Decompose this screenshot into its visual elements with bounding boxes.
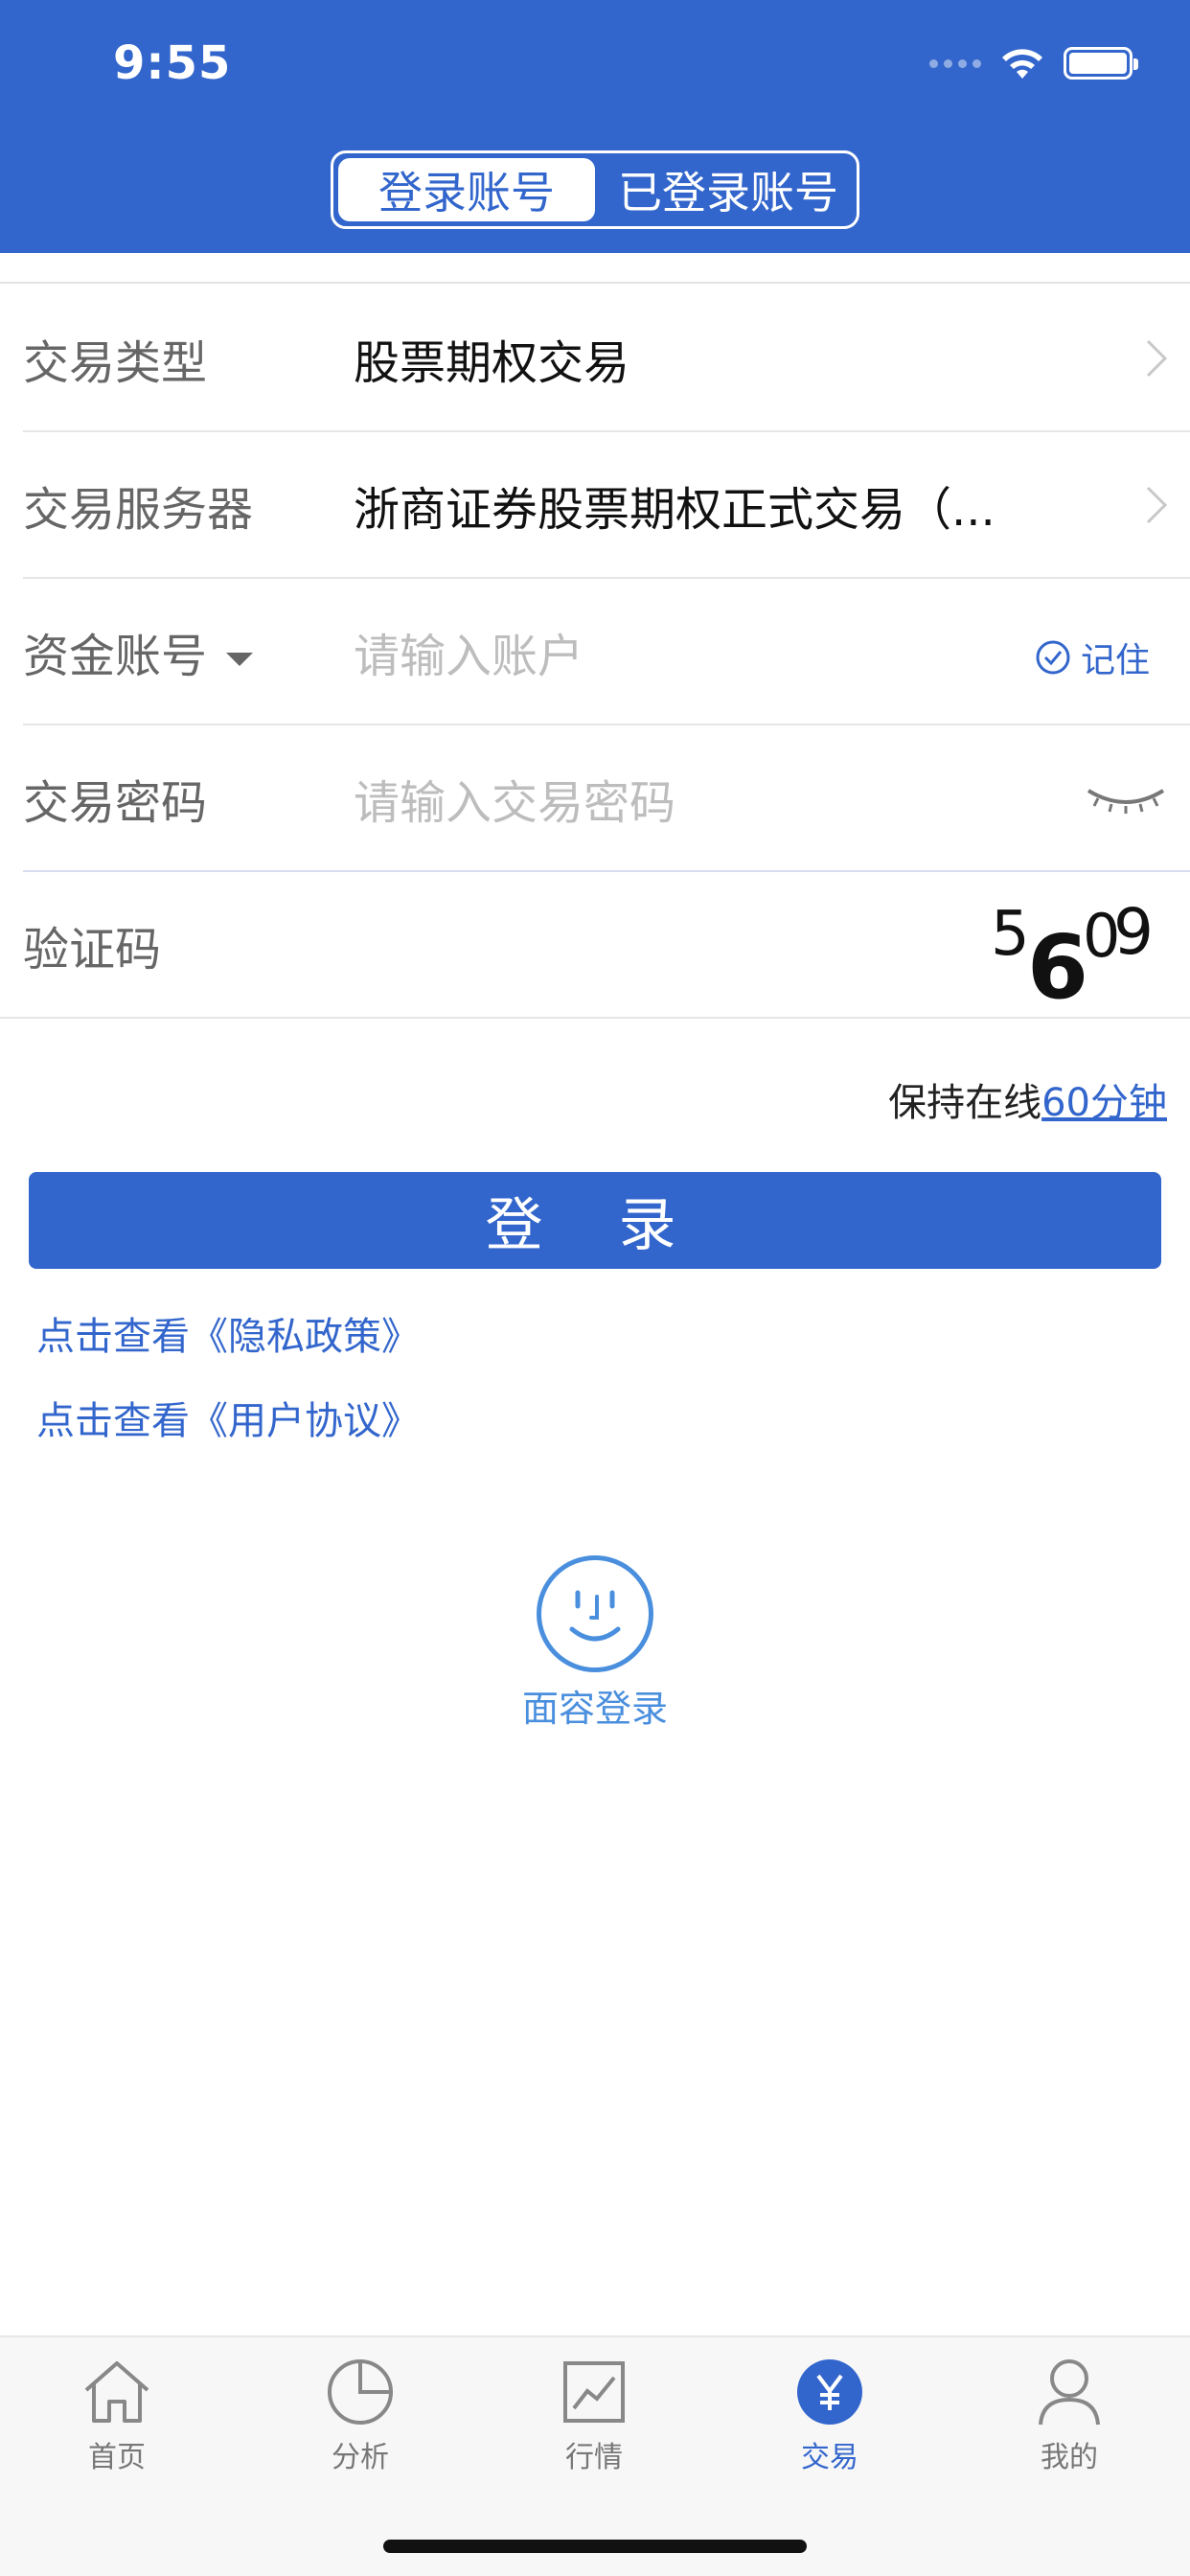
smile-icon — [569, 1590, 621, 1642]
divider — [0, 253, 1190, 284]
wifi-icon — [1002, 49, 1042, 79]
login-button[interactable]: 登 录 — [29, 1172, 1161, 1269]
captcha-digit: 9 — [1113, 895, 1154, 969]
account-segmented-control: 登录账号 已登录账号 — [331, 150, 859, 229]
password-label: 交易密码 — [23, 775, 208, 830]
privacy-policy-link[interactable]: 点击查看《隐私政策》 — [36, 1305, 420, 1361]
person-icon — [1039, 2359, 1100, 2426]
tab-home[interactable]: 首页 — [40, 2353, 194, 2475]
keep-online-text: 保持在线 — [888, 1081, 1042, 1125]
tab-mine-label: 我的 — [1041, 2441, 1098, 2474]
keep-online-duration-link[interactable]: 60分钟 — [1041, 1081, 1167, 1125]
pie-chart-icon — [328, 2359, 393, 2425]
keep-online: 保持在线60分钟 — [888, 1071, 1167, 1127]
tab-mine[interactable]: 我的 — [993, 2353, 1146, 2475]
line-chart-icon — [563, 2361, 625, 2423]
account-row: 资金账号 请输入账户 记住 — [23, 579, 1190, 725]
face-login-label[interactable]: 面容登录 — [479, 1679, 711, 1732]
account-label[interactable]: 资金账号 — [23, 618, 354, 685]
tab-logged-in-accounts[interactable]: 已登录账号 — [600, 153, 857, 226]
tab-home-label: 首页 — [88, 2441, 146, 2474]
home-icon — [84, 2361, 149, 2423]
face-id-icon[interactable] — [537, 1555, 653, 1672]
user-agreement-link[interactable]: 点击查看《用户协议》 — [36, 1390, 420, 1445]
server-row[interactable]: 交易服务器 浙商证券股票期权正式交易（... — [23, 432, 1190, 579]
trade-type-value: 股票期权交易 — [354, 335, 630, 390]
captcha-row: 验证码 5 6 0 9 — [0, 872, 1190, 1019]
tab-analysis[interactable]: 分析 — [284, 2353, 437, 2475]
header: 9:55 登录账号 已登录账号 — [0, 0, 1190, 253]
chevron-right-icon — [1142, 335, 1171, 381]
dropdown-caret-icon[interactable] — [226, 652, 254, 666]
home-indicator — [383, 2540, 807, 2553]
check-circle-icon — [1036, 640, 1070, 675]
captcha-label: 验证码 — [23, 922, 162, 977]
status-icons — [929, 46, 1138, 80]
trade-type-label: 交易类型 — [23, 335, 208, 390]
server-value: 浙商证券股票期权正式交易（... — [354, 482, 995, 537]
account-label-text: 资金账号 — [23, 629, 208, 683]
captcha-digit: 6 — [1027, 916, 1089, 1019]
yen-icon — [797, 2359, 862, 2425]
captcha-image[interactable]: 5 6 0 9 — [991, 893, 1154, 1019]
remember-label: 记住 — [1080, 641, 1150, 680]
tab-trade-label: 交易 — [801, 2441, 858, 2474]
server-label: 交易服务器 — [23, 482, 254, 537]
remember-toggle[interactable]: 记住 — [1035, 632, 1150, 682]
tab-analysis-label: 分析 — [332, 2441, 389, 2474]
battery-icon — [1064, 47, 1138, 80]
tab-market-label: 行情 — [565, 2441, 623, 2474]
password-input[interactable]: 请输入交易密码 — [354, 765, 1190, 832]
password-row: 交易密码 请输入交易密码 — [23, 725, 1190, 872]
tab-market[interactable]: 行情 — [517, 2353, 671, 2475]
status-time: 9:55 — [113, 36, 232, 90]
tab-login-account[interactable]: 登录账号 — [338, 158, 595, 221]
captcha-digit: 5 — [991, 899, 1030, 970]
bottom-tab-bar: 首页 分析 行情 交易 我的 — [0, 2335, 1190, 2576]
eye-closed-icon[interactable] — [1085, 781, 1167, 816]
signal-icon — [929, 58, 981, 68]
chevron-right-icon — [1142, 482, 1171, 528]
trade-type-row[interactable]: 交易类型 股票期权交易 — [23, 286, 1190, 432]
tab-trade[interactable]: 交易 — [753, 2353, 906, 2475]
